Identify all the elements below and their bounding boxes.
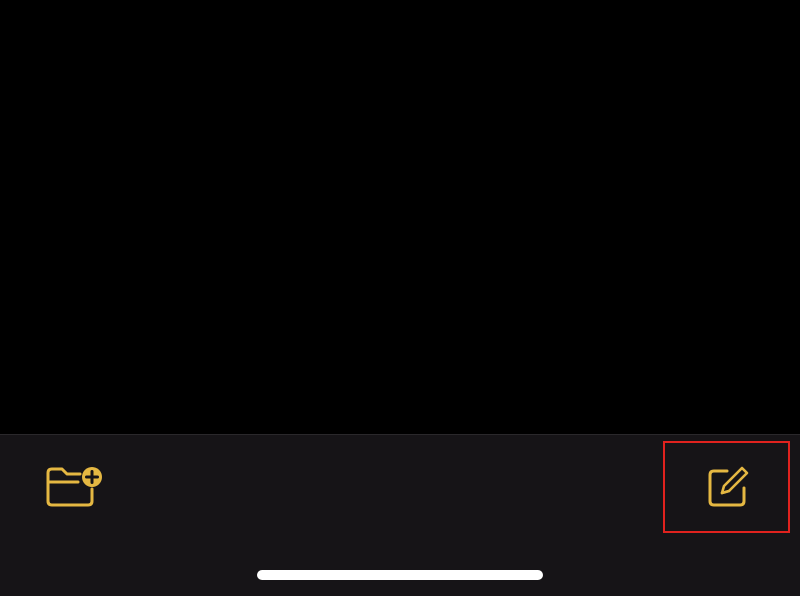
content-area	[0, 0, 800, 434]
new-folder-button[interactable]	[38, 463, 104, 511]
compose-button[interactable]	[663, 441, 790, 533]
compose-icon	[705, 465, 749, 509]
notes-screen	[0, 0, 800, 596]
bottom-toolbar	[0, 434, 800, 596]
home-indicator	[257, 570, 543, 580]
folder-plus-icon	[40, 465, 102, 509]
